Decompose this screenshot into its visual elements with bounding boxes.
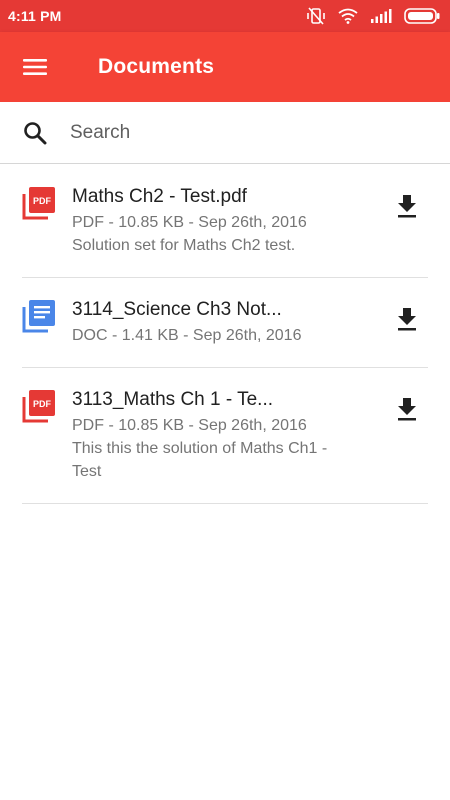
hamburger-menu-icon[interactable]	[0, 32, 70, 102]
download-icon[interactable]	[392, 304, 422, 334]
signal-icon	[370, 9, 392, 23]
document-description: This this the solution of Maths Ch1 - Te…	[72, 440, 328, 480]
document-meta: DOC - 1.41 KB - Sep 26th, 2016	[72, 327, 302, 344]
battery-icon	[404, 8, 440, 24]
document-title: Maths Ch2 - Test.pdf	[72, 186, 247, 207]
document-meta: PDF - 10.85 KB - Sep 26th, 2016	[72, 417, 307, 434]
document-description: Solution set for Maths Ch2 test.	[72, 237, 296, 254]
list-item[interactable]: PDF 3113_Maths Ch 1 - Te... PDF - 10.85 …	[22, 368, 428, 504]
app-bar: Documents	[0, 32, 450, 102]
document-title: 3114_Science Ch3 Not...	[72, 299, 282, 320]
vibrate-off-icon	[306, 7, 326, 25]
download-icon[interactable]	[392, 191, 422, 221]
document-title: 3113_Maths Ch 1 - Te...	[72, 389, 274, 410]
status-bar: 4:11 PM	[0, 0, 450, 32]
search-icon[interactable]	[0, 102, 70, 164]
wifi-icon	[338, 8, 358, 24]
status-icons	[306, 7, 440, 25]
search-input[interactable]	[70, 112, 410, 153]
page-title: Documents	[98, 55, 215, 78]
list-item[interactable]: PDF Maths Ch2 - Test.pdf PDF - 10.85 KB …	[22, 165, 428, 278]
status-time: 4:11 PM	[8, 8, 62, 24]
pdf-icon: PDF	[22, 389, 56, 423]
list-item[interactable]: 3114_Science Ch3 Not... DOC - 1.41 KB - …	[22, 278, 428, 368]
pdf-icon: PDF	[22, 186, 56, 220]
download-icon[interactable]	[392, 394, 422, 424]
document-list: PDF Maths Ch2 - Test.pdf PDF - 10.85 KB …	[0, 165, 450, 504]
svg-text:PDF: PDF	[33, 196, 52, 206]
search-bar	[0, 102, 450, 164]
svg-text:PDF: PDF	[33, 399, 52, 409]
doc-icon	[22, 299, 56, 333]
document-meta: PDF - 10.85 KB - Sep 26th, 2016	[72, 214, 307, 231]
